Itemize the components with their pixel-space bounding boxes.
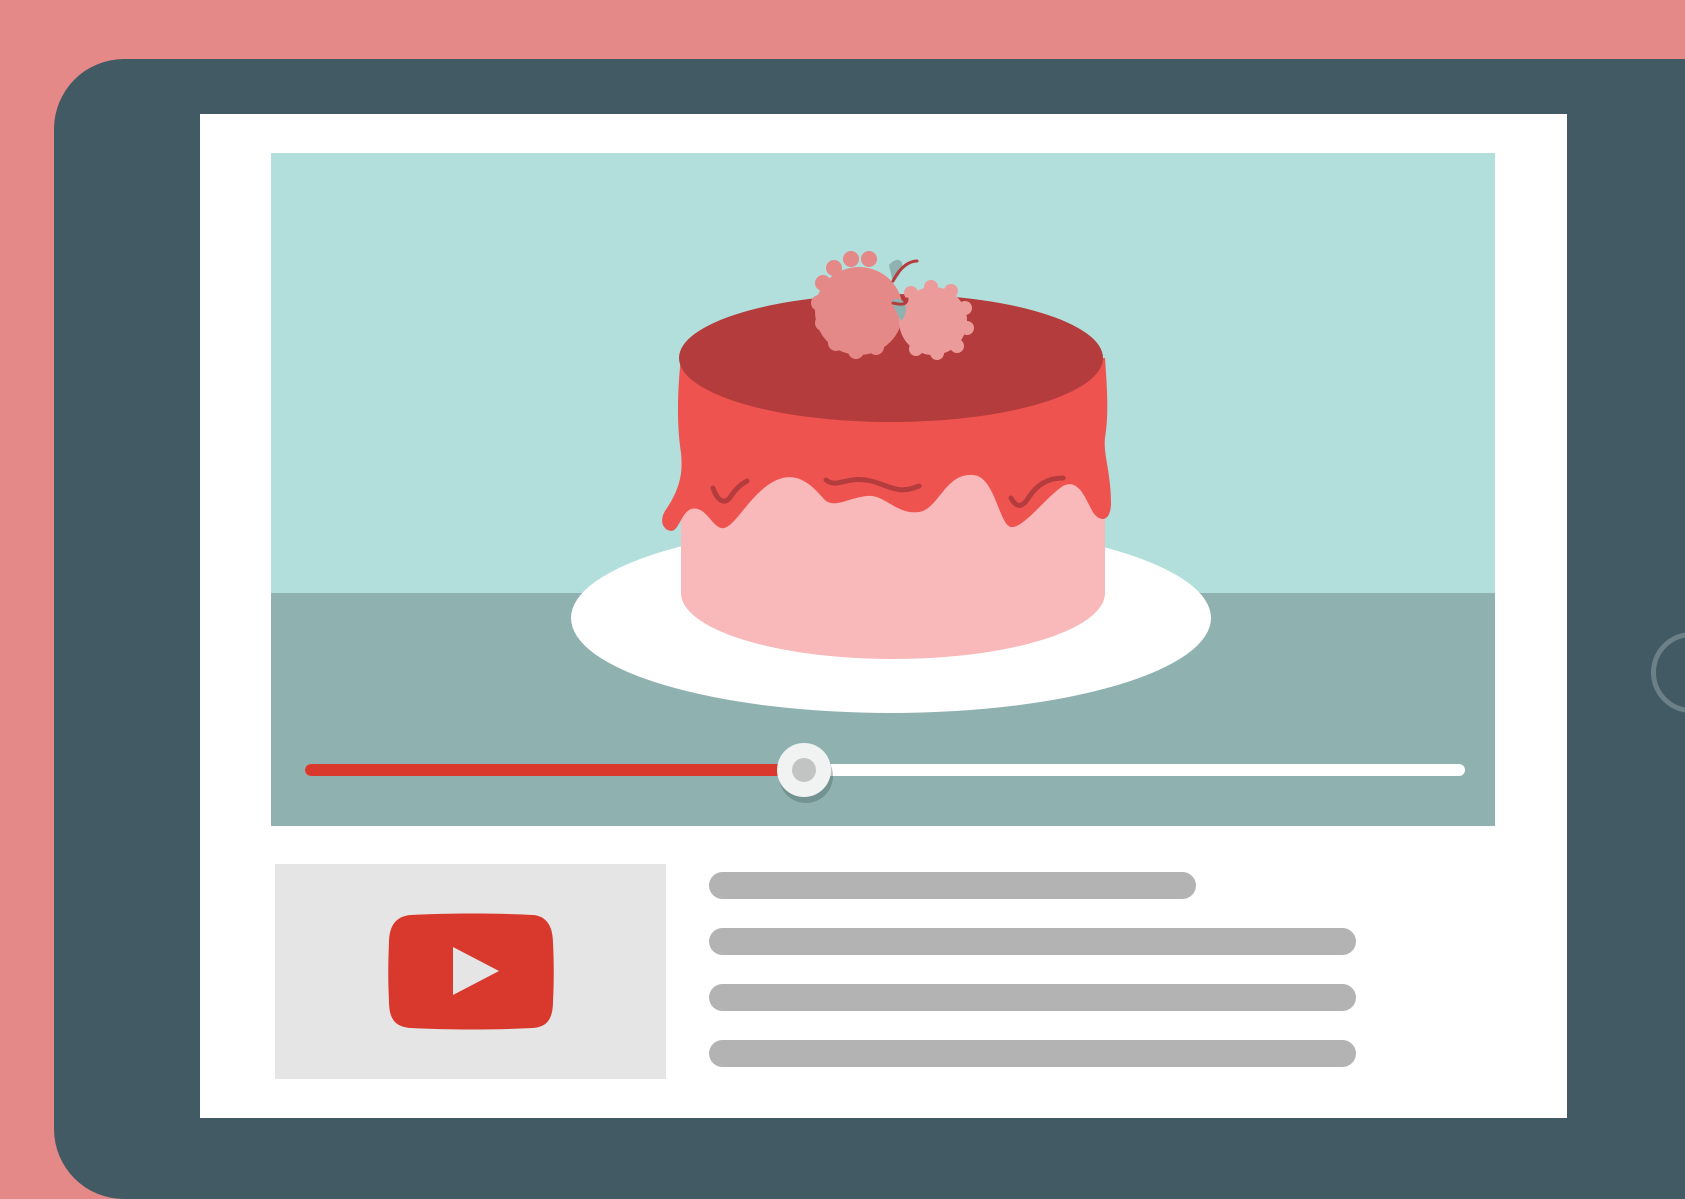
progress-scrubber-handle[interactable] — [776, 743, 831, 797]
video-frame-illustration — [271, 153, 1495, 826]
progress-fill — [305, 764, 804, 776]
home-button[interactable] — [1651, 632, 1685, 713]
description-line-title — [709, 872, 1196, 899]
progress-track[interactable] — [305, 764, 1465, 776]
description-line — [709, 1040, 1356, 1067]
video-thumbnail[interactable] — [275, 864, 666, 1079]
description-line — [709, 928, 1356, 955]
video-player[interactable] — [271, 153, 1495, 826]
play-logo-icon — [388, 913, 554, 1030]
description-line — [709, 984, 1356, 1011]
